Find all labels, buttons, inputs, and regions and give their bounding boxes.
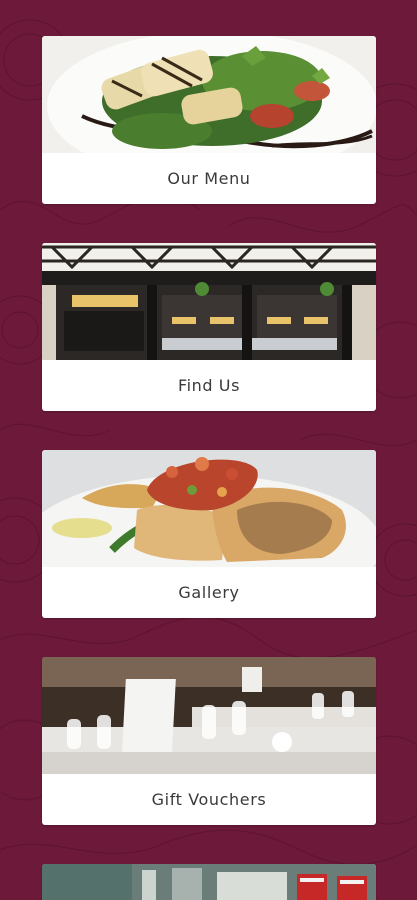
gallery-label: Gallery [178,583,240,602]
find-us-card[interactable]: Find Us [42,243,376,411]
gift-vouchers-card[interactable]: Gift Vouchers [42,657,376,825]
grilled-halloumi-salad-photo [42,36,376,153]
dining-room-photo [42,657,376,774]
our-menu-label: Our Menu [167,169,251,188]
find-us-label: Find Us [177,376,241,395]
gift-vouchers-label: Gift Vouchers [151,790,267,809]
bar-interior-card[interactable] [42,864,376,900]
bar-interior-photo [42,864,376,900]
our-menu-card[interactable]: Our Menu [42,36,376,204]
fish-dish-photo [42,450,376,567]
restaurant-storefront-photo [42,243,376,360]
gallery-card[interactable]: Gallery [42,450,376,618]
